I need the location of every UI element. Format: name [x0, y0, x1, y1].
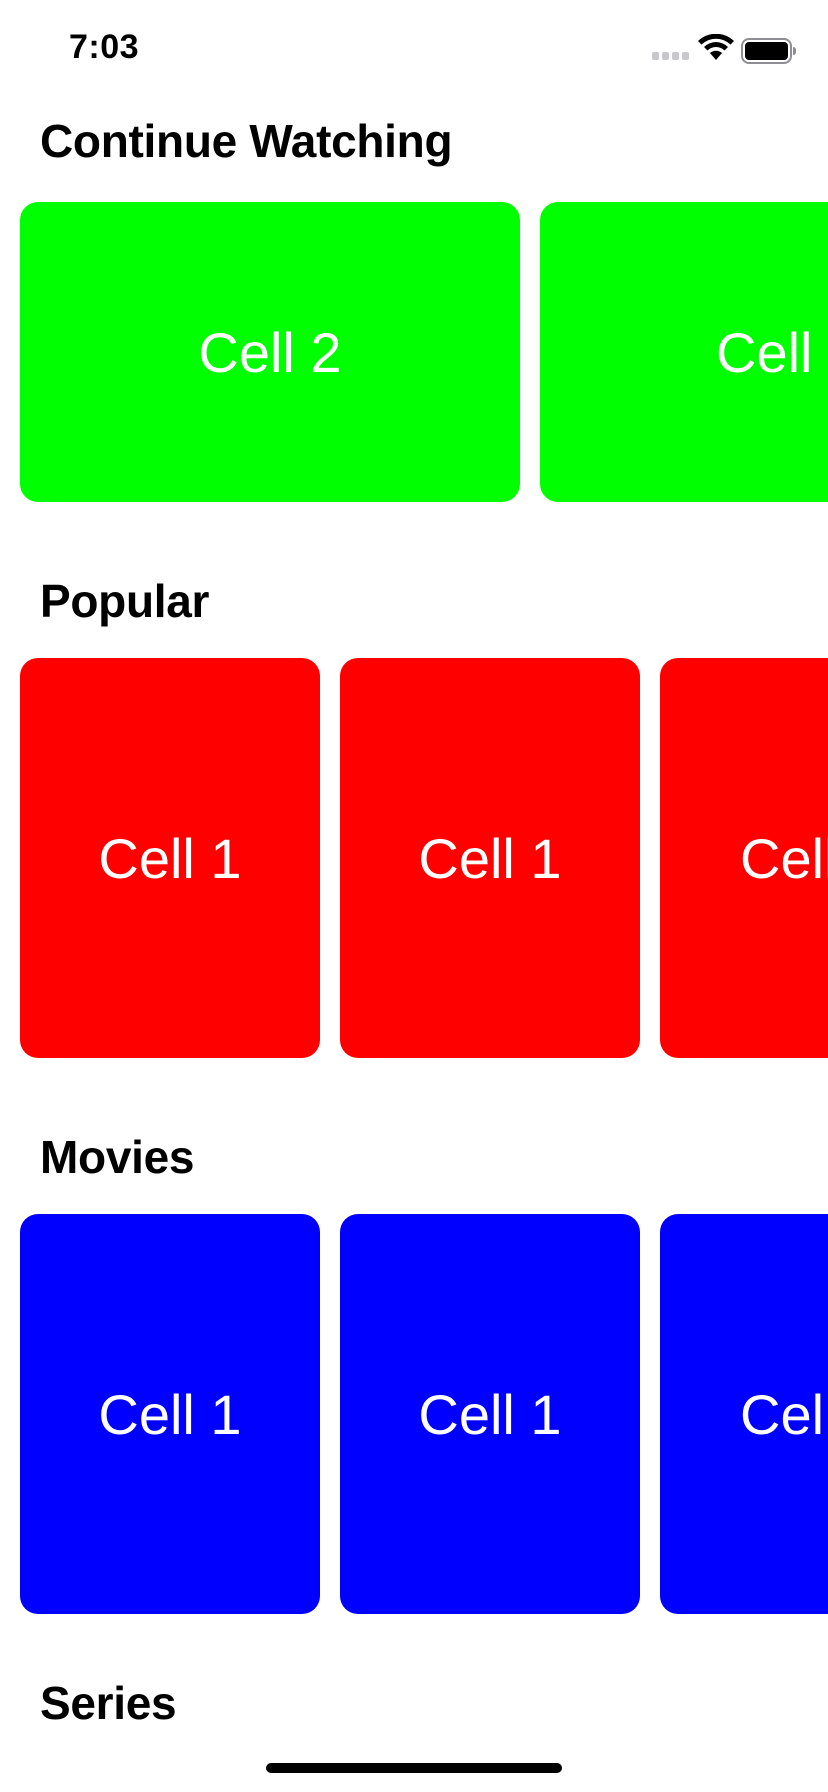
carousel-cell[interactable]: Cell 1	[340, 1214, 640, 1614]
section-title: Popular	[40, 575, 210, 627]
cell-label: Cel	[740, 1382, 825, 1446]
carousel-cell[interactable]: Cell 1	[340, 658, 640, 1058]
carousel-cell[interactable]: Cell	[660, 658, 828, 1058]
cell-label: Cell 1	[98, 826, 242, 890]
carousel-cell[interactable]: Cell	[540, 202, 828, 502]
carousel-cell[interactable]: Cell 2	[20, 202, 520, 502]
section-series: Series	[0, 1680, 828, 1724]
section-movies: Movies Cell 1 Cell 1 Cel	[0, 1116, 828, 1616]
cell-label: Cell 1	[98, 1382, 242, 1446]
carousel-continue-watching[interactable]: Cell 2 Cell	[0, 202, 828, 502]
status-bar: 7:03	[0, 0, 828, 100]
cell-label: Cell 2	[198, 320, 342, 384]
cell-label: Cell	[740, 826, 828, 890]
signal-icon	[652, 52, 690, 62]
status-time: 7:03	[69, 28, 140, 66]
section-title: Movies	[40, 1131, 195, 1183]
cell-label: Cell	[716, 320, 813, 384]
wifi-icon	[698, 34, 734, 60]
carousel-cell[interactable]: Cell 1	[20, 658, 320, 1058]
home-indicator[interactable]	[266, 1763, 562, 1773]
carousel-cell[interactable]: Cel	[660, 1214, 828, 1614]
carousel-popular[interactable]: Cell 1 Cell 1 Cell	[0, 658, 828, 1058]
battery-icon	[741, 38, 796, 64]
section-title: Series	[40, 1680, 177, 1724]
section-title: Continue Watching	[40, 115, 453, 167]
cell-label: Cell 1	[418, 1382, 562, 1446]
carousel-movies[interactable]: Cell 1 Cell 1 Cel	[0, 1214, 828, 1614]
section-continue-watching: Continue Watching Cell 2 Cell	[0, 100, 828, 510]
cell-label: Cell 1	[418, 826, 562, 890]
section-popular: Popular Cell 1 Cell 1 Cell	[0, 560, 828, 1060]
carousel-cell[interactable]: Cell 1	[20, 1214, 320, 1614]
